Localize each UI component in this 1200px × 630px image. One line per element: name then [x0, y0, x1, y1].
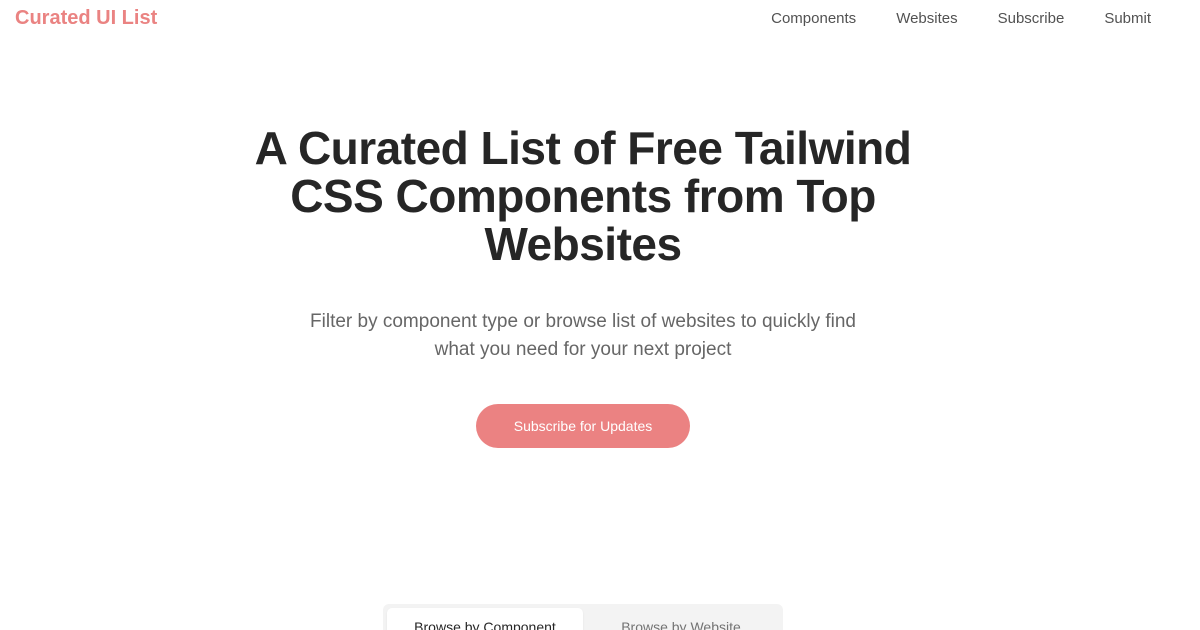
- top-navigation-bar: Curated UI List Components Websites Subs…: [0, 0, 1200, 36]
- nav-link-components[interactable]: Components: [771, 10, 856, 28]
- hero-subtitle: Filter by component type or browse list …: [310, 311, 856, 360]
- nav-link-websites[interactable]: Websites: [896, 10, 957, 28]
- browse-tabs: Browse by Component Browse by Website: [383, 604, 783, 630]
- hero-section: A Curated List of Free Tailwind CSS Comp…: [0, 124, 1166, 448]
- subscribe-for-updates-button[interactable]: Subscribe for Updates: [476, 404, 690, 448]
- page: Curated UI List Components Websites Subs…: [0, 0, 1200, 630]
- nav-link-subscribe[interactable]: Subscribe: [998, 10, 1065, 28]
- tab-browse-by-component[interactable]: Browse by Component: [387, 608, 583, 630]
- tab-browse-by-website[interactable]: Browse by Website: [583, 608, 779, 630]
- hero-title: A Curated List of Free Tailwind CSS Comp…: [254, 122, 912, 270]
- main-nav: Components Websites Subscribe Submit: [771, 10, 1151, 28]
- nav-link-submit[interactable]: Submit: [1104, 10, 1151, 28]
- site-logo-link[interactable]: Curated UI List: [15, 6, 157, 30]
